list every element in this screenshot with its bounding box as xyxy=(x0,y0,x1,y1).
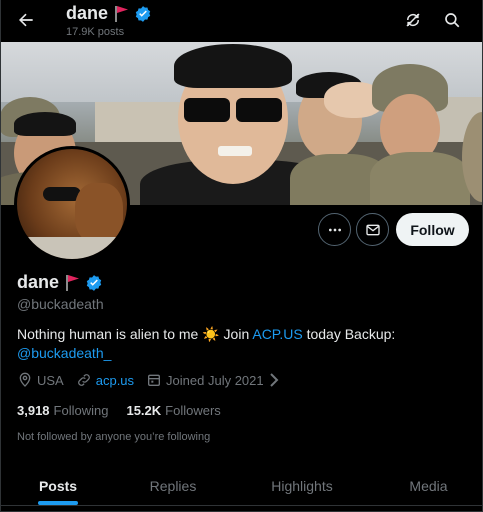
verified-badge-icon xyxy=(135,5,151,22)
location-icon xyxy=(19,372,31,387)
joined-text: Joined July 2021 xyxy=(166,372,264,388)
header-title: dane xyxy=(66,3,152,24)
mail-icon xyxy=(365,224,380,235)
location-text: USA xyxy=(37,372,64,388)
more-icon xyxy=(328,228,341,231)
following-label: Following xyxy=(53,403,109,418)
website-link[interactable]: acp.us xyxy=(96,373,134,388)
sun-emoji: ☀️ xyxy=(202,326,220,342)
search-button[interactable] xyxy=(439,7,465,33)
banner-sunglasses xyxy=(236,98,282,122)
more-options-button[interactable] xyxy=(318,213,351,246)
back-arrow-icon xyxy=(19,13,33,27)
banner-sunglasses xyxy=(184,98,230,122)
avatar[interactable] xyxy=(14,146,130,262)
header-posts-count: 17.9K posts xyxy=(66,26,125,38)
tab-replies[interactable]: Replies xyxy=(116,466,230,505)
search-icon xyxy=(445,13,460,28)
website[interactable]: acp.us xyxy=(76,372,134,388)
avatar-hand xyxy=(75,183,123,243)
bio-text-after: today Backup: xyxy=(302,326,396,342)
refresh-button[interactable] xyxy=(400,7,426,33)
chevron-right-icon xyxy=(269,373,279,387)
profile-name: dane xyxy=(17,272,103,293)
refresh-icon xyxy=(406,13,420,27)
back-button[interactable] xyxy=(12,6,40,34)
following-count: 3,918 xyxy=(17,403,50,418)
banner-person-hair xyxy=(174,44,292,88)
not-followed-note: Not followed by anyone you’re following xyxy=(17,431,211,443)
bio-text: Nothing human is alien to me xyxy=(17,326,199,342)
message-button[interactable] xyxy=(356,213,389,246)
link-icon xyxy=(77,374,90,386)
joined-date[interactable]: Joined July 2021 xyxy=(146,372,280,388)
banner-smile xyxy=(218,146,252,156)
profile-meta: USA acp.us Joined July 2021 xyxy=(17,372,292,388)
profile-tabs: Posts Replies Highlights Media xyxy=(0,466,483,506)
tab-media[interactable]: Media xyxy=(374,466,483,505)
tab-posts[interactable]: Posts xyxy=(0,466,116,505)
tab-highlights[interactable]: Highlights xyxy=(230,466,374,505)
red-flag-icon xyxy=(66,274,80,291)
followers-count: 15.2K xyxy=(126,403,162,418)
display-name: dane xyxy=(17,272,60,292)
banner-person-body xyxy=(370,152,470,205)
banner-building xyxy=(95,102,185,142)
following-stat[interactable]: 3,918 Following xyxy=(17,403,108,418)
profile-handle: @buckadeath xyxy=(17,296,104,312)
calendar-icon xyxy=(148,374,161,386)
top-bar: dane 17.9K posts xyxy=(0,0,483,42)
bio-link-acp[interactable]: ACP.US xyxy=(252,326,302,342)
followers-label: Followers xyxy=(165,403,221,418)
banner-person-hair xyxy=(14,112,76,136)
bio-link-backup[interactable]: @buckadeath_ xyxy=(17,345,111,361)
profile-stats: 3,918 Following 15.2K Followers xyxy=(17,403,239,418)
bio-join: Join xyxy=(219,326,253,342)
verified-badge-icon[interactable] xyxy=(85,274,103,292)
header-name: dane xyxy=(66,3,109,23)
followers-stat[interactable]: 15.2K Followers xyxy=(126,403,220,418)
red-flag-icon xyxy=(115,5,129,22)
profile-bio: Nothing human is alien to me ☀️ Join ACP… xyxy=(17,325,467,363)
avatar-shirt xyxy=(17,237,127,259)
location: USA xyxy=(17,372,64,388)
follow-button[interactable]: Follow xyxy=(396,213,469,246)
